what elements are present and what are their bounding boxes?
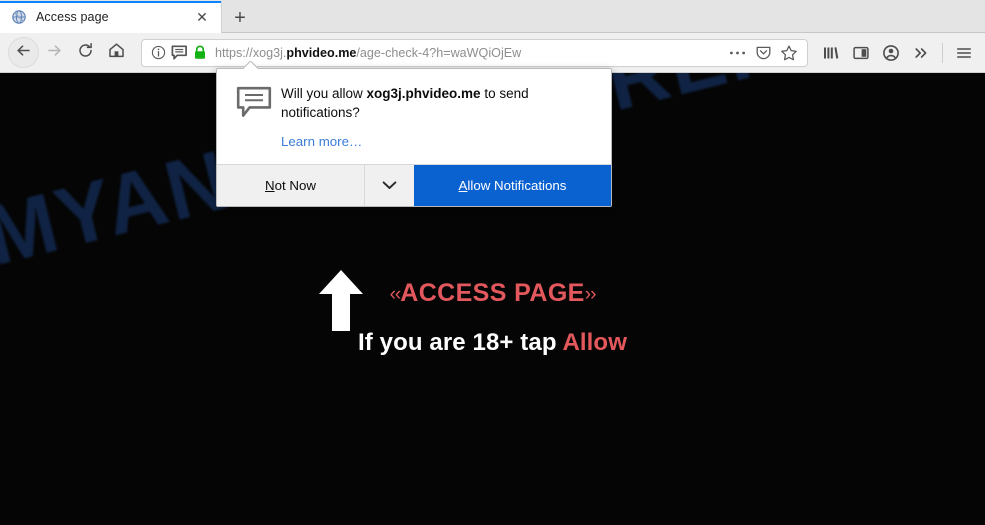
- notification-permission-popup: Will you allow xog3j.phvideo.me to send …: [216, 68, 612, 208]
- back-button[interactable]: [8, 37, 39, 68]
- tab-strip: Access page ✕ +: [0, 0, 985, 33]
- popup-actions: Not Now Allow Notifications: [217, 164, 611, 207]
- url-bar[interactable]: https://xog3j.phvideo.me/age-check-4?h=w…: [141, 38, 808, 67]
- learn-more-link[interactable]: Learn more…: [281, 134, 362, 149]
- question-prefix: Will you allow: [281, 86, 367, 101]
- not-now-dropdown-button[interactable]: [365, 165, 414, 207]
- close-icon[interactable]: ✕: [191, 6, 213, 28]
- popup-texts: Will you allow xog3j.phvideo.me to send …: [281, 84, 595, 151]
- new-tab-button[interactable]: +: [224, 3, 256, 33]
- browser-window: Access page ✕ + https://xog3j.phvideo.me…: [0, 0, 985, 525]
- tap-allow-highlight: Allow: [562, 329, 627, 356]
- reload-icon: [77, 42, 94, 64]
- home-icon: [108, 42, 125, 64]
- tab-title: Access page: [36, 10, 109, 24]
- access-page-heading: ‹‹ACCESS PAGE››: [0, 279, 985, 308]
- pocket-shield-icon[interactable]: [750, 41, 776, 65]
- toolbar-right: [816, 38, 985, 68]
- tap-prefix: If you are 18+ tap: [358, 329, 563, 356]
- permission-question: Will you allow xog3j.phvideo.me to send …: [281, 84, 595, 122]
- library-icon[interactable]: [816, 38, 846, 68]
- padlock-icon[interactable]: [191, 45, 208, 60]
- home-button[interactable]: [101, 37, 132, 68]
- double-chevron-right-icon[interactable]: [906, 38, 936, 68]
- reload-button[interactable]: [70, 37, 101, 68]
- sidebar-icon[interactable]: [846, 38, 876, 68]
- url-path: /age-check-4?h=waWQiOjEw: [356, 45, 522, 60]
- url-bar-actions: [724, 41, 807, 65]
- popup-tail: [243, 61, 259, 69]
- allow-rest: llow Notifications: [467, 178, 567, 194]
- tab-access-page[interactable]: Access page ✕: [0, 1, 222, 33]
- url-host: phvideo.me: [286, 45, 357, 60]
- notification-bubble-icon: [236, 86, 272, 120]
- star-icon[interactable]: [776, 41, 802, 65]
- popup-body: Will you allow xog3j.phvideo.me to send …: [217, 69, 611, 164]
- forward-arrow-icon: [46, 42, 63, 64]
- allow-notifications-button[interactable]: Allow Notifications: [414, 165, 611, 207]
- allow-label: Allow Notifications: [459, 178, 567, 193]
- globe-favicon: [11, 9, 27, 25]
- not-now-rest: ot Now: [274, 178, 316, 194]
- url-text[interactable]: https://xog3j.phvideo.me/age-check-4?h=w…: [215, 46, 724, 60]
- hamburger-menu-icon[interactable]: [949, 38, 979, 68]
- tap-allow-line: If you are 18+ tap Allow: [0, 329, 985, 357]
- account-icon[interactable]: [876, 38, 906, 68]
- navigation-toolbar: https://xog3j.phvideo.me/age-check-4?h=w…: [0, 33, 985, 73]
- notification-bubble-icon[interactable]: [169, 44, 189, 61]
- toolbar-divider: [942, 42, 943, 63]
- chevron-down-icon: [382, 177, 397, 195]
- info-circle-icon[interactable]: [149, 45, 168, 60]
- forward-button[interactable]: [39, 37, 70, 68]
- access-page-label: ACCESS PAGE: [400, 279, 585, 307]
- url-subdomain: xog3j.: [252, 45, 287, 60]
- not-now-button[interactable]: Not Now: [217, 165, 365, 207]
- question-host: xog3j.phvideo.me: [366, 86, 481, 101]
- access-left-chevrons: ‹‹: [389, 284, 402, 305]
- ellipsis-icon[interactable]: [724, 41, 750, 65]
- not-now-accesskey: N: [265, 178, 275, 194]
- access-right-chevrons: ››: [584, 284, 597, 305]
- url-scheme: https://: [215, 45, 253, 60]
- back-arrow-icon: [15, 42, 32, 64]
- not-now-label: Not Now: [265, 178, 316, 193]
